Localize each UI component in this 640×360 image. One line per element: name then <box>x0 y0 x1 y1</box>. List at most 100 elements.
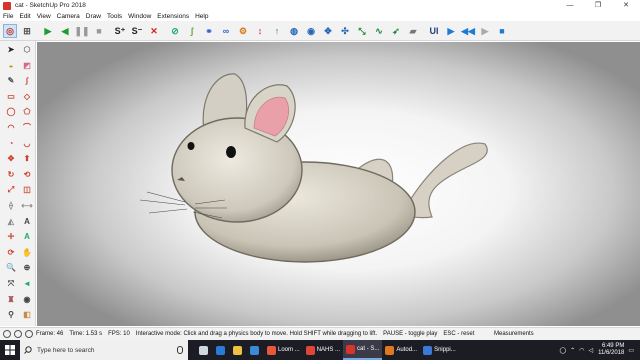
microphone-icon[interactable] <box>177 346 183 354</box>
component-icon[interactable]: ⬡ <box>21 44 33 56</box>
arrow-select-icon[interactable]: ➤ <box>5 44 17 56</box>
menu-extensions[interactable]: Extensions <box>154 13 192 20</box>
joint-icon[interactable]: ʃ <box>185 24 199 38</box>
zoom-window-icon[interactable]: ⊕ <box>21 262 33 274</box>
menu-file[interactable]: File <box>0 13 16 20</box>
hinge-icon[interactable]: ⚭ <box>202 24 216 38</box>
start-button[interactable] <box>0 340 20 360</box>
polygon-icon[interactable]: ⬠ <box>21 106 33 118</box>
move-icon[interactable]: ✥ <box>5 153 17 165</box>
play-small-button[interactable]: ▶ <box>478 24 492 38</box>
ui-button[interactable]: UI <box>427 24 441 38</box>
taskbar-edge[interactable] <box>213 340 230 360</box>
credits-icon[interactable] <box>14 330 22 338</box>
arc2-icon[interactable]: ⌒ <box>21 122 33 134</box>
dimension-icon[interactable]: ⟷ <box>21 200 33 212</box>
zoom-icon[interactable]: 🔍 <box>5 262 17 274</box>
offset-icon[interactable]: ◫ <box>21 184 33 196</box>
motor-icon[interactable]: ◍ <box>287 24 301 38</box>
taskbar-chrome[interactable]: NAHS ... <box>303 340 343 360</box>
taskbar-autodesk[interactable]: Autod... <box>382 340 420 360</box>
taskbar-explorer[interactable] <box>230 340 247 360</box>
physics-icon[interactable]: ⊞ <box>20 24 34 38</box>
play-button[interactable]: ▶ <box>41 24 55 38</box>
clock[interactable]: 6:49 PM 11/6/2018 <box>598 343 624 357</box>
menu-help[interactable]: Help <box>192 13 211 20</box>
look-around-icon[interactable]: ◉ <box>21 294 33 306</box>
menu-window[interactable]: Window <box>125 13 154 20</box>
rotated-rect-icon[interactable]: ◇ <box>21 91 33 103</box>
sound-plus-button[interactable]: S⁺ <box>113 24 127 38</box>
volume-icon[interactable]: ◁ <box>588 347 593 354</box>
pause-button[interactable]: ❚❚ <box>74 24 89 38</box>
arc-icon[interactable]: ◠ <box>5 122 17 134</box>
pencil-icon[interactable]: ✎ <box>5 75 17 87</box>
taskbar-loom[interactable]: Loom ... <box>264 340 303 360</box>
thruster-icon[interactable]: ➶ <box>389 24 403 38</box>
eraser-icon[interactable]: ◩ <box>21 60 33 72</box>
universal-joint-icon[interactable]: ✣ <box>338 24 352 38</box>
piston-icon[interactable]: ↑ <box>270 24 284 38</box>
play-forward-button[interactable]: ▶ <box>444 24 458 38</box>
spring-icon[interactable]: ∞ <box>219 24 233 38</box>
follow-me-icon[interactable]: ⟲ <box>21 169 33 181</box>
menu-camera[interactable]: Camera <box>54 13 83 20</box>
curvy-icon[interactable]: ∿ <box>372 24 386 38</box>
taskbar-sketchup[interactable]: cat - S... <box>343 340 383 360</box>
stop-button[interactable]: ■ <box>92 24 106 38</box>
network-icon[interactable]: ◠ <box>579 347 584 354</box>
record-button[interactable]: ■ <box>495 24 509 38</box>
sound-minus-button[interactable]: S⁻ <box>130 24 144 38</box>
position-camera-icon[interactable]: ♜ <box>5 294 17 306</box>
taskbar-search-box[interactable]: Type here to search <box>20 340 188 360</box>
3d-text-icon[interactable]: A <box>21 231 33 243</box>
walk-icon[interactable]: ⚲ <box>5 309 17 321</box>
servo-icon[interactable]: ◉ <box>304 24 318 38</box>
axes-icon[interactable]: ✛ <box>5 231 17 243</box>
tray-chevron-icon[interactable]: ⌃ <box>570 347 575 354</box>
previous-icon[interactable]: ◄ <box>21 278 33 290</box>
text-icon[interactable]: A <box>21 216 33 228</box>
people-icon[interactable]: ◯ <box>559 347 566 354</box>
fixed-joint-icon[interactable]: ⤡ <box>355 24 369 38</box>
paint-bucket-icon[interactable]: ◒ <box>5 60 17 72</box>
cat-model[interactable] <box>37 42 640 326</box>
freehand-icon[interactable]: ∫ <box>21 75 33 87</box>
menu-draw[interactable]: Draw <box>83 13 104 20</box>
arc3-icon[interactable]: ◡ <box>21 138 33 150</box>
orbit-icon[interactable]: ⟳ <box>5 247 17 259</box>
reset-icon[interactable]: ⊘ <box>168 24 182 38</box>
delete-joint-button[interactable]: ✕ <box>147 24 161 38</box>
taskbar-task-view[interactable] <box>196 340 213 360</box>
push-pull-icon[interactable]: ⬆ <box>21 153 33 165</box>
tape-measure-icon[interactable]: ⟠ <box>5 200 17 212</box>
notifications-icon[interactable]: ▭ <box>628 347 634 354</box>
emitter-icon[interactable]: ▰ <box>406 24 420 38</box>
circle-icon[interactable]: ◯ <box>5 106 17 118</box>
zoom-extents-icon[interactable]: ⤧ <box>5 278 17 290</box>
slider-up-icon[interactable]: ↕ <box>253 24 267 38</box>
gear-icon[interactable]: ⚙ <box>236 24 250 38</box>
rectangle-icon[interactable]: ▭ <box>5 91 17 103</box>
pie-icon[interactable]: ◔ <box>5 138 17 150</box>
geo-location-icon[interactable] <box>3 330 11 338</box>
minimize-button[interactable]: — <box>556 0 584 11</box>
restore-button[interactable]: ❐ <box>584 0 612 11</box>
taskbar-store[interactable] <box>247 340 264 360</box>
close-button[interactable]: ✕ <box>612 0 640 11</box>
section-icon[interactable]: ◧ <box>21 309 33 321</box>
account-icon[interactable] <box>25 330 33 338</box>
drawing-viewport[interactable] <box>37 42 640 326</box>
rewind-button[interactable]: ◀◀ <box>461 24 475 38</box>
taskbar-snipping[interactable]: Snippi... <box>420 340 459 360</box>
menu-view[interactable]: View <box>34 13 54 20</box>
ball-joint-icon[interactable]: ✥ <box>321 24 335 38</box>
step-back-button[interactable]: ◀ <box>58 24 72 38</box>
menu-edit[interactable]: Edit <box>16 13 33 20</box>
select-tool[interactable]: ◎ <box>3 23 17 38</box>
menu-tools[interactable]: Tools <box>104 13 125 20</box>
pan-icon[interactable]: ✋ <box>21 247 33 259</box>
protractor-icon[interactable]: ◭ <box>5 216 17 228</box>
scale-icon[interactable]: ⤢ <box>5 184 17 196</box>
rotate-icon[interactable]: ↻ <box>5 169 17 181</box>
